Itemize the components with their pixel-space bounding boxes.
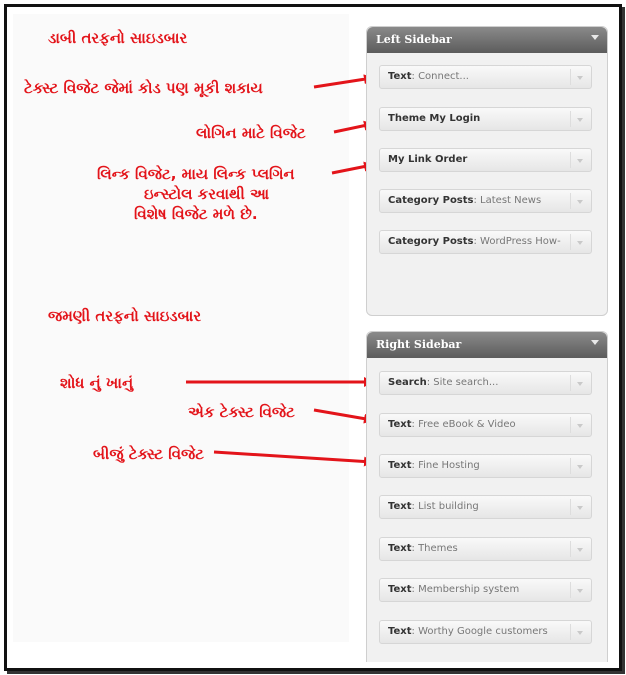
chevron-down-icon[interactable] — [577, 424, 583, 428]
widget-text-google-customers[interactable]: Text: Worthy Google customers — [379, 620, 592, 644]
widget-search[interactable]: Search: Site search... — [379, 371, 592, 395]
widget-subtitle: : Connect... — [411, 71, 469, 82]
second-text-widget-annotation: બીજું ટેક્સ્ટ વિજેટ — [93, 445, 204, 463]
link-widget-annotation-line3: વિશેષ વિજેટ મળે છે. — [134, 205, 258, 223]
widget-name: Text — [388, 626, 412, 637]
chevron-down-icon[interactable] — [577, 159, 583, 163]
chevron-down-icon[interactable] — [577, 241, 583, 245]
chevron-down-icon[interactable] — [577, 631, 583, 635]
link-widget-annotation-line1: લિન્ક વિજેટ, માય લિન્ક પ્લગિન — [97, 165, 295, 183]
divider — [570, 541, 571, 557]
widget-subtitle: : WordPress How- — [473, 236, 561, 247]
widget-subtitle: : Membership system — [411, 584, 520, 595]
chevron-down-icon[interactable] — [577, 76, 583, 80]
widget-name: Search — [388, 377, 427, 388]
divider — [570, 582, 571, 598]
divider — [570, 69, 571, 85]
chevron-down-icon[interactable] — [577, 506, 583, 510]
widget-text-fine-hosting[interactable]: Text: Fine Hosting — [379, 454, 592, 478]
chevron-down-icon[interactable] — [577, 382, 583, 386]
widget-subtitle: : Fine Hosting — [411, 460, 480, 471]
widget-text-membership[interactable]: Text: Membership system — [379, 578, 592, 602]
one-text-widget-annotation: એક ટેક્સ્ટ વિજેટ — [188, 403, 295, 421]
text-widget-annotation: ટેક્સ્ટ વિજેટ જેમાં કોડ પણ મૂકી શકાય — [24, 79, 263, 97]
left-sidebar-annotation: ડાબી તરફનો સાઇડબાર — [48, 29, 188, 47]
widget-name: Category Posts — [388, 195, 474, 206]
widget-name: Text — [388, 543, 412, 554]
divider — [570, 152, 571, 168]
right-sidebar-panel: Right Sidebar Search: Site search... Tex… — [366, 331, 608, 662]
collapse-icon[interactable] — [591, 340, 599, 345]
widget-name: Theme My Login — [388, 113, 481, 124]
divider — [570, 624, 571, 640]
chevron-down-icon[interactable] — [577, 548, 583, 552]
search-annotation: શોધ નું ખાનું — [60, 374, 134, 392]
widget-name: My Link Order — [388, 154, 468, 165]
collapse-icon[interactable] — [591, 35, 599, 40]
widget-name: Text — [388, 419, 412, 430]
widget-name: Text — [388, 460, 412, 471]
widget-name: Text — [388, 584, 412, 595]
right-sidebar-annotation: જમણી તરફનો સાઇડબાર — [48, 307, 202, 325]
widget-subtitle: : Latest News — [473, 195, 542, 206]
chevron-down-icon[interactable] — [577, 200, 583, 204]
annotation-area — [13, 14, 349, 642]
widget-my-link-order[interactable]: My Link Order — [379, 148, 592, 172]
divider — [570, 193, 571, 209]
widget-name: Category Posts — [388, 236, 474, 247]
divider — [570, 111, 571, 127]
left-sidebar-header[interactable]: Left Sidebar — [367, 27, 607, 53]
login-widget-annotation: લોગિન માટે વિજેટ — [196, 124, 306, 142]
divider — [570, 234, 571, 250]
widget-text-connect[interactable]: Text: Connect... — [379, 65, 592, 89]
widget-category-posts-howto[interactable]: Category Posts: WordPress How- — [379, 230, 592, 254]
divider — [570, 458, 571, 474]
left-sidebar-panel: Left Sidebar Text: Connect... Theme My L… — [366, 26, 608, 316]
widget-theme-my-login[interactable]: Theme My Login — [379, 107, 592, 131]
widget-subtitle: : Themes — [411, 543, 458, 554]
widget-subtitle: : Site search... — [426, 377, 499, 388]
link-widget-annotation-line2: ઇન્સ્ટોલ કરવાથી આ — [144, 185, 270, 203]
widget-subtitle: : Free eBook & Video — [411, 419, 516, 430]
widget-name: Text — [388, 71, 412, 82]
widget-text-themes[interactable]: Text: Themes — [379, 537, 592, 561]
divider — [570, 375, 571, 391]
divider — [570, 499, 571, 515]
widget-category-posts-latest[interactable]: Category Posts: Latest News — [379, 189, 592, 213]
chevron-down-icon[interactable] — [577, 118, 583, 122]
widget-text-list-building[interactable]: Text: List building — [379, 495, 592, 519]
right-sidebar-title: Right Sidebar — [376, 338, 462, 351]
widget-name: Text — [388, 501, 412, 512]
divider — [570, 417, 571, 433]
widget-text-free-ebook[interactable]: Text: Free eBook & Video — [379, 413, 592, 437]
widget-subtitle: : List building — [411, 501, 479, 512]
widget-subtitle: : Worthy Google customers — [411, 626, 548, 637]
chevron-down-icon[interactable] — [577, 589, 583, 593]
chevron-down-icon[interactable] — [577, 465, 583, 469]
left-sidebar-title: Left Sidebar — [376, 33, 452, 46]
right-sidebar-header[interactable]: Right Sidebar — [367, 332, 607, 358]
